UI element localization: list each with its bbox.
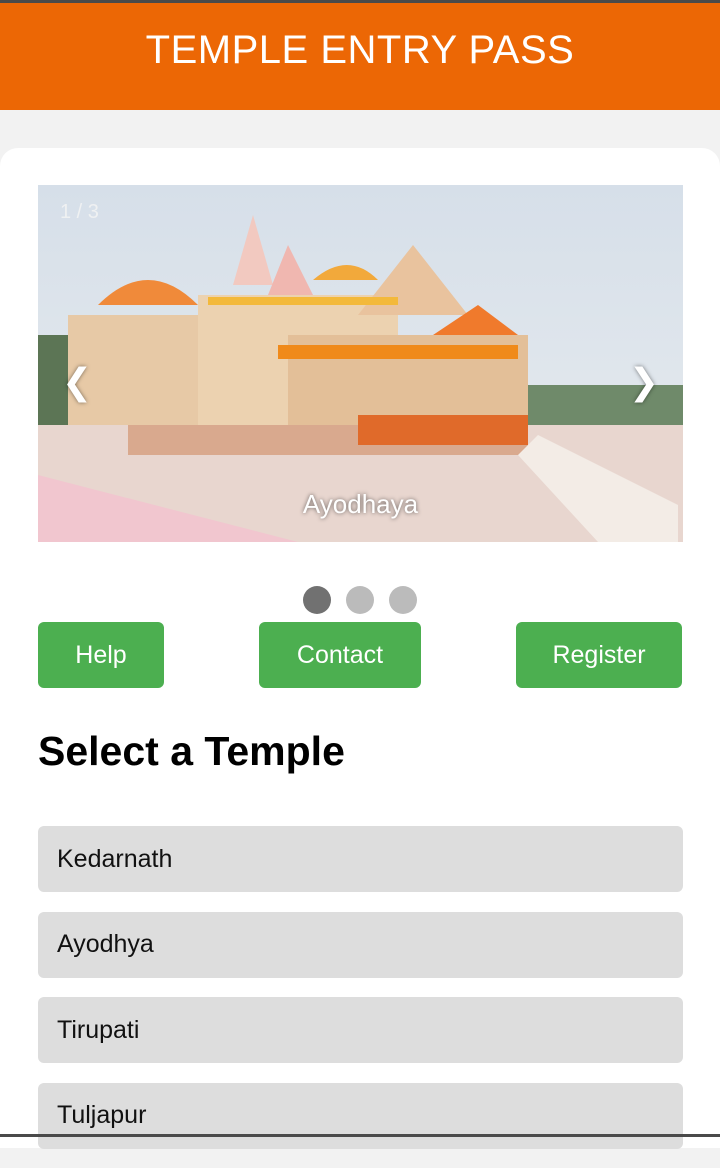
- contact-button[interactable]: Contact: [259, 622, 421, 688]
- app-header: TEMPLE ENTRY PASS: [0, 0, 720, 110]
- slide-indicators: [0, 586, 720, 614]
- page-title: TEMPLE ENTRY PASS: [145, 28, 575, 72]
- register-button[interactable]: Register: [516, 622, 682, 688]
- temple-item-ayodhya[interactable]: Ayodhya: [38, 911, 683, 978]
- slide-dot-1[interactable]: [303, 586, 331, 614]
- temple-list: Kedarnath Ayodhya Tirupati Tuljapur: [38, 826, 683, 1168]
- chevron-left-icon[interactable]: ❮: [62, 361, 92, 403]
- chevron-right-icon[interactable]: ❯: [629, 361, 659, 403]
- temple-item-tirupati[interactable]: Tirupati: [38, 997, 683, 1063]
- help-button[interactable]: Help: [38, 622, 164, 688]
- slide-dot-3[interactable]: [389, 586, 417, 614]
- slide-dot-2[interactable]: [346, 586, 374, 614]
- temple-item-kedarnath[interactable]: Kedarnath: [38, 826, 683, 892]
- temple-item-tuljapur[interactable]: Tuljapur: [38, 1082, 683, 1149]
- select-temple-heading: Select a Temple: [38, 728, 345, 774]
- slide-counter: 1 / 3: [60, 201, 99, 223]
- temple-slideshow[interactable]: 1 / 3 Ayodhaya ❮ ❯: [38, 185, 683, 542]
- slide-caption: Ayodhaya: [302, 489, 419, 519]
